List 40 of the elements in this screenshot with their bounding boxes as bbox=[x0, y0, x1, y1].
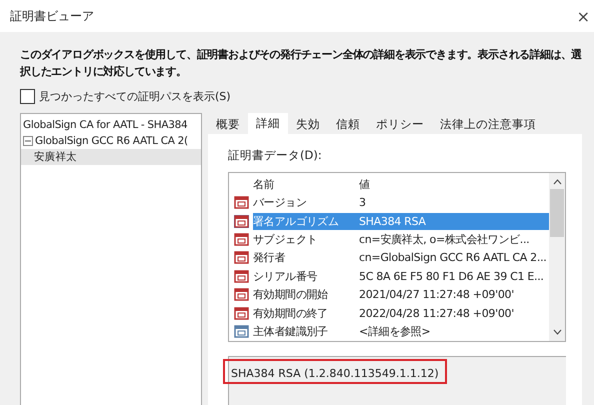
field-value[interactable]: cn=安廣祥太, o=株式会社ワンビ... bbox=[359, 231, 549, 248]
collapse-icon[interactable] bbox=[23, 136, 33, 146]
field-name[interactable]: シリアル番号 bbox=[253, 268, 359, 285]
field-value[interactable]: <詳細を参照> bbox=[359, 323, 549, 340]
certificate-icon bbox=[234, 251, 248, 264]
tree-item[interactable]: GlobalSign GCC R6 AATL CA 2( bbox=[21, 133, 201, 149]
tree-item[interactable]: 安廣祥太 bbox=[21, 149, 201, 165]
description-text: このダイアログボックスを使用して、証明書およびその発行チェーン全体の詳細を表示できます。表示される詳細は、選択したエントリに対応しています。 bbox=[20, 47, 583, 80]
checkbox-label[interactable]: 見つかったすべての証明パスを表示(S) bbox=[39, 89, 231, 104]
certificate-icon bbox=[234, 325, 248, 338]
column-header[interactable]: 値 bbox=[359, 176, 549, 193]
field-label: 証明書データ(D): bbox=[228, 148, 323, 163]
field-value[interactable]: 2022/04/28 11:27:48 +09'00' bbox=[359, 304, 549, 322]
detail-text: SHA384 RSA (1.2.840.113549.1.1.12) bbox=[231, 367, 439, 380]
field-name[interactable]: バージョン bbox=[253, 194, 359, 212]
certificate-icon bbox=[234, 306, 248, 320]
field-name[interactable]: 発行者 bbox=[253, 249, 359, 266]
certificate-icon bbox=[234, 270, 248, 283]
field-value[interactable]: cn=GlobalSign GCC R6 AATL CA 2... bbox=[359, 249, 549, 266]
certificate-icon bbox=[234, 288, 248, 302]
checkbox[interactable] bbox=[20, 89, 35, 104]
field-name[interactable]: 有効期間の開始 bbox=[253, 286, 359, 304]
field-value[interactable]: 3 bbox=[359, 194, 549, 212]
window-title: 証明書ビューア bbox=[10, 8, 94, 24]
scroll-thumb[interactable] bbox=[550, 189, 564, 237]
field-value[interactable]: 5C 8A 6E F5 80 F1 D6 AE 39 C1 E... bbox=[359, 268, 549, 285]
certificate-icon bbox=[234, 196, 248, 210]
tree-item[interactable]: GlobalSign CA for AATL - SHA384 bbox=[21, 117, 201, 133]
scroll-up-icon[interactable] bbox=[552, 179, 562, 185]
certificate-icon bbox=[234, 214, 248, 228]
field-name[interactable]: 有効期間の終了 bbox=[253, 304, 359, 322]
column-header[interactable]: 名前 bbox=[253, 176, 359, 193]
field-value[interactable]: 2021/04/27 11:27:48 +09'00' bbox=[359, 286, 549, 304]
close-button[interactable]: × bbox=[576, 6, 590, 26]
scrollbar[interactable] bbox=[549, 173, 565, 341]
certificate-icon bbox=[234, 233, 248, 246]
field-name[interactable]: サブジェクト bbox=[253, 231, 359, 248]
tab[interactable]: 詳細 bbox=[248, 113, 288, 134]
field-name[interactable]: 主体者鍵識別子 bbox=[253, 323, 359, 340]
scroll-down-icon[interactable] bbox=[552, 329, 562, 335]
